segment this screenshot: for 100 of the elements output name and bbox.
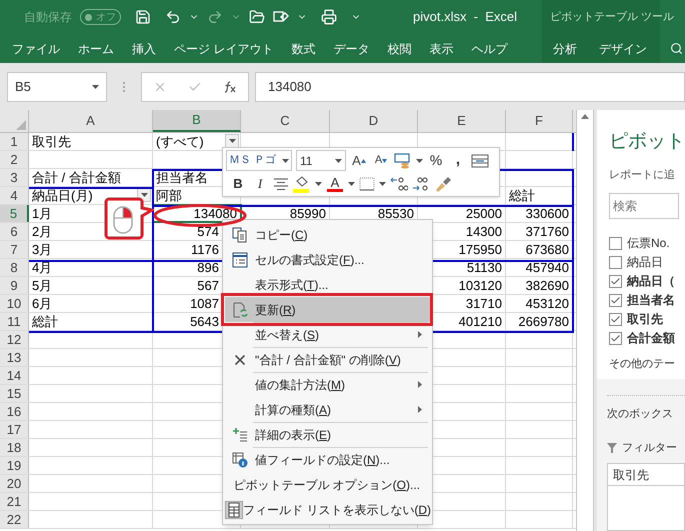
pane-title: ピボット xyxy=(609,130,685,154)
grow-font-button[interactable]: A xyxy=(350,150,368,170)
row-header[interactable]: 13 xyxy=(0,349,29,366)
menu-item[interactable]: 値フィールドの設定(N)... xyxy=(225,447,430,472)
field-checkbox[interactable] xyxy=(609,332,622,344)
row-header[interactable]: 9 xyxy=(0,277,29,294)
more-tables-link[interactable]: その他のテー xyxy=(609,356,685,372)
row-header[interactable]: 18 xyxy=(0,439,29,456)
italic-button[interactable]: I xyxy=(251,174,269,194)
print-preview-icon[interactable] xyxy=(321,9,337,25)
menu-item[interactable]: 表示形式(T)... xyxy=(225,272,430,297)
redo-icon[interactable] xyxy=(207,9,223,25)
search-icon[interactable] xyxy=(670,42,683,55)
formula-input[interactable]: 134080 xyxy=(255,72,685,102)
increase-decimal-icon[interactable] xyxy=(390,176,408,192)
font-name-field[interactable]: ＭＳ Ｐゴ xyxy=(226,150,292,171)
row-header[interactable]: 6 xyxy=(0,223,29,240)
ribbon-tab[interactable]: 分析 xyxy=(553,40,577,58)
comma-button[interactable]: , xyxy=(449,150,467,170)
cell-text: 330600 xyxy=(526,204,569,222)
row-header[interactable]: 21 xyxy=(0,493,29,510)
field-checkbox[interactable] xyxy=(609,236,622,250)
ribbon-tab[interactable]: 挿入 xyxy=(132,40,156,58)
cell-text: 1月 xyxy=(32,204,52,222)
wrap-icon[interactable] xyxy=(471,154,489,168)
accounting-format-icon[interactable] xyxy=(394,152,412,168)
cell-text: 85530 xyxy=(378,204,414,222)
row-header[interactable]: 11 xyxy=(0,313,29,330)
menu-item[interactable]: フィールド リストを表示しない(D) xyxy=(225,497,430,522)
cell-text: 401210 xyxy=(458,312,502,330)
ribbon-tab[interactable]: ページ レイアウト xyxy=(174,40,274,58)
cell-text: 134080 xyxy=(194,204,237,222)
ribbon-tab[interactable]: データ xyxy=(333,40,370,58)
scroll-up-icon[interactable] xyxy=(581,114,589,119)
menu-item[interactable]: 並べ替え(S) xyxy=(225,322,430,347)
search-field[interactable]: 検索 xyxy=(609,193,679,219)
menu-item[interactable]: 計算の種類(A) xyxy=(225,397,430,422)
row-header[interactable]: 15 xyxy=(0,385,29,402)
ribbon-tab[interactable]: デザイン xyxy=(599,40,647,58)
save-icon[interactable] xyxy=(135,9,151,25)
filter-field-item[interactable]: 取引先 xyxy=(608,466,684,486)
borders-icon[interactable] xyxy=(359,177,375,191)
row-header[interactable]: 22 xyxy=(0,511,29,528)
menu-item[interactable]: セルの書式設定(F)... xyxy=(225,247,430,272)
field-checkbox[interactable] xyxy=(609,256,622,268)
menu-item[interactable]: コピー(C) xyxy=(225,222,430,247)
row-header[interactable]: 12 xyxy=(0,331,29,348)
cell-text: 総計 xyxy=(32,312,58,330)
ribbon-tab[interactable]: 校閲 xyxy=(387,40,412,58)
menu-item[interactable]: ピボットテーブル オプション(O)... xyxy=(225,472,430,497)
caret-icon xyxy=(315,182,322,186)
name-box[interactable]: B5 xyxy=(7,72,107,102)
row-header[interactable]: 20 xyxy=(0,475,29,492)
menu-item[interactable]: 値の集計方法(M) xyxy=(225,372,430,397)
column-header[interactable]: B xyxy=(153,110,241,132)
submenu-arrow-icon xyxy=(418,381,422,388)
ribbon-tab[interactable]: 数式 xyxy=(291,40,316,58)
grip-icon xyxy=(122,80,126,92)
row-header[interactable]: 2 xyxy=(0,151,29,168)
field-checkbox[interactable] xyxy=(609,312,622,326)
undo-icon[interactable] xyxy=(165,9,181,25)
shrink-font-button[interactable]: A xyxy=(372,150,390,170)
filter-dropdown[interactable] xyxy=(225,134,239,148)
field-checkbox[interactable] xyxy=(609,294,622,306)
ribbon-tab[interactable]: ファイル xyxy=(12,40,60,58)
row-header[interactable]: 7 xyxy=(0,241,29,258)
column-header[interactable]: D xyxy=(330,110,418,132)
fill-color-icon[interactable] xyxy=(293,175,311,193)
column-header[interactable]: E xyxy=(418,110,506,132)
field-checkbox[interactable] xyxy=(609,274,622,288)
align-center-icon[interactable] xyxy=(273,178,289,190)
font-color-button[interactable]: A xyxy=(326,174,344,194)
font-size-field[interactable]: 11 xyxy=(296,150,346,171)
ribbon-tab[interactable]: 表示 xyxy=(429,40,454,58)
cell-text: 457940 xyxy=(526,258,569,276)
menu-item[interactable]: "合計 / 合計金額" の削除(V) xyxy=(225,347,430,372)
row-header[interactable]: 17 xyxy=(0,421,29,438)
row-header[interactable]: 16 xyxy=(0,403,29,420)
row-header[interactable]: 3 xyxy=(0,169,29,186)
row-header[interactable]: 4 xyxy=(0,187,29,204)
field-label: 担当者名 xyxy=(627,292,675,309)
bold-button[interactable]: B xyxy=(229,174,247,194)
function-icon[interactable] xyxy=(223,80,238,92)
cell-text: 1087 xyxy=(190,294,219,312)
row-header[interactable]: 8 xyxy=(0,259,29,276)
row-header[interactable]: 14 xyxy=(0,367,29,384)
column-header[interactable]: F xyxy=(506,110,573,132)
column-header[interactable]: C xyxy=(241,110,330,132)
row-header[interactable]: 10 xyxy=(0,295,29,312)
decrease-decimal-icon[interactable] xyxy=(412,176,430,192)
cell-text: 総計 xyxy=(509,186,535,204)
folder-icon[interactable] xyxy=(249,9,265,25)
row-header[interactable]: 5 xyxy=(0,205,29,222)
row-header[interactable]: 19 xyxy=(0,457,29,474)
row-header[interactable]: 1 xyxy=(0,133,29,150)
ribbon-tab[interactable]: ヘルプ xyxy=(471,40,508,58)
menu-item[interactable]: 詳細の表示(E) xyxy=(225,422,430,447)
format-painter-icon[interactable] xyxy=(434,176,452,192)
ribbon-tab[interactable]: ホーム xyxy=(78,40,114,58)
percent-button[interactable]: % xyxy=(427,150,445,170)
